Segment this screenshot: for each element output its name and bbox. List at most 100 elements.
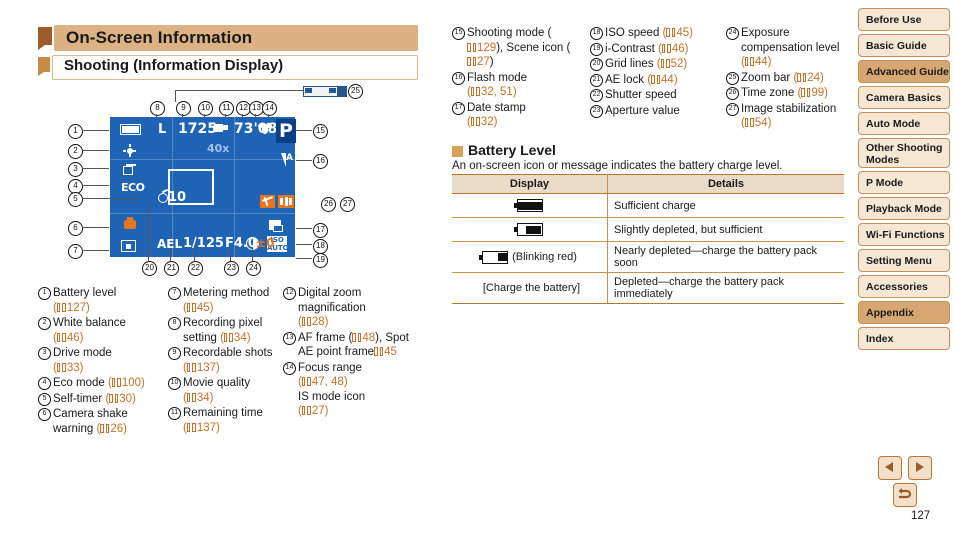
page-reference[interactable]: 27 xyxy=(467,56,490,68)
callout-14: 14 xyxy=(262,101,277,116)
sidebar-item-playback-mode[interactable]: Playback Mode xyxy=(858,197,950,220)
sidebar-item-before-use[interactable]: Before Use xyxy=(858,8,950,31)
legend-number: 15 xyxy=(452,27,465,40)
page-reference[interactable]: (45) xyxy=(663,27,693,39)
sidebar-item-appendix[interactable]: Appendix xyxy=(858,301,950,324)
camera-lcd-diagram: ECO 10 L 1725 73'08" 40x P A ISO AUTO AE… xyxy=(110,117,296,257)
page-reference[interactable]: (127) xyxy=(53,302,90,314)
battery-display-cell xyxy=(452,217,608,242)
book-icon xyxy=(301,377,311,386)
page-reference[interactable]: (33) xyxy=(53,362,83,374)
callout-27: 27 xyxy=(340,197,355,212)
battery-section-title: Battery Level xyxy=(468,142,556,158)
previous-page-button[interactable] xyxy=(878,456,902,480)
image-stabilization-badge xyxy=(278,195,294,208)
table-row: Slightly depleted, but sufficient xyxy=(452,217,844,242)
callout-20: 20 xyxy=(142,261,157,276)
book-icon xyxy=(661,43,671,53)
legend-item: 8 Recording pixel setting (34) xyxy=(168,316,278,345)
battery-details-cell: Slightly depleted, but sufficient xyxy=(607,217,844,242)
return-arrow-icon xyxy=(898,488,912,499)
page-reference[interactable]: (27) xyxy=(298,405,328,417)
camera-shake-warning-icon xyxy=(122,217,138,231)
legend-item: 22 Shutter speed xyxy=(590,88,720,103)
sidebar-item-accessories[interactable]: Accessories xyxy=(858,275,950,298)
legend-item: 17 Date stamp(32) xyxy=(452,101,582,130)
callout-15: 15 xyxy=(313,124,328,139)
eco-mode-label: ECO xyxy=(121,181,145,194)
page-reference[interactable]: 48 xyxy=(352,332,375,344)
page-reference[interactable]: (44) xyxy=(647,74,677,86)
leader-line xyxy=(82,185,109,186)
page-reference[interactable]: (99) xyxy=(797,87,827,99)
return-button[interactable] xyxy=(893,483,917,507)
page-reference[interactable]: (47, 48) xyxy=(298,376,348,388)
sidebar-item-advanced-guide[interactable]: Advanced Guide xyxy=(858,60,950,83)
sidebar-item-camera-basics[interactable]: Camera Basics xyxy=(858,86,950,109)
battery-level-icon xyxy=(120,124,141,135)
page-reference[interactable]: 45 xyxy=(374,346,397,358)
book-icon xyxy=(744,57,754,66)
legend-item: 23 Aperture value xyxy=(590,104,720,119)
page-reference[interactable]: (32, 51) xyxy=(467,86,517,98)
legend-number: 19 xyxy=(590,42,603,56)
page-reference[interactable]: (34) xyxy=(183,392,213,404)
leader-line xyxy=(82,198,140,199)
page-reference[interactable]: (100) xyxy=(108,377,145,389)
page-reference[interactable]: (26) xyxy=(96,423,126,435)
page-reference[interactable]: 129 xyxy=(467,42,496,54)
legend-number: 23 xyxy=(590,104,603,118)
page-reference[interactable]: (32) xyxy=(467,116,497,128)
book-icon xyxy=(470,87,480,96)
next-page-button[interactable] xyxy=(908,456,932,480)
page-reference[interactable]: (24) xyxy=(793,72,823,84)
page-reference[interactable]: (52) xyxy=(657,58,687,70)
sidebar-item-setting-menu[interactable]: Setting Menu xyxy=(858,249,950,272)
section-title-label: Shooting (Information Display) xyxy=(64,57,284,74)
battery-low-icon xyxy=(479,250,509,264)
book-icon xyxy=(111,378,121,387)
sidebar-item-index[interactable]: Index xyxy=(858,327,950,350)
flash-mode-icon: A xyxy=(276,153,294,167)
battery-display-text: (Blinking red) xyxy=(512,250,577,263)
callout-1: 1 xyxy=(68,124,83,139)
legend-item: 12 Digital zoom magnification(28) xyxy=(283,286,418,330)
legend-item: 21 AE lock (44) xyxy=(590,73,720,88)
sidebar-navigation[interactable]: Before Use Basic Guide Advanced Guide Camer… xyxy=(858,8,950,353)
page-reference[interactable]: (137) xyxy=(183,362,220,374)
sidebar-item-basic-guide[interactable]: Basic Guide xyxy=(858,34,950,57)
page-reference[interactable]: (30) xyxy=(105,393,135,405)
legend-number: 3 xyxy=(38,347,51,360)
legend-column-2: 7 Metering method(45) 8 Recording pixel set… xyxy=(168,286,278,436)
page-reference[interactable]: (137) xyxy=(183,422,220,434)
book-icon xyxy=(186,362,196,372)
page-reference[interactable]: (46) xyxy=(53,332,83,344)
sidebar-item-wi-fi-functions[interactable]: Wi-Fi Functions xyxy=(858,223,950,246)
page-reference[interactable]: (46) xyxy=(658,43,688,55)
page-reference[interactable]: (28) xyxy=(298,316,328,328)
book-icon xyxy=(56,332,66,342)
sidebar-item-auto-mode[interactable]: Auto Mode xyxy=(858,112,950,135)
leader-line xyxy=(296,130,312,131)
legend-number: 7 xyxy=(168,287,181,300)
legend-item: 9 Recordable shots(137) xyxy=(168,346,278,375)
battery-display-cell: [Charge the battery] xyxy=(452,272,608,304)
callout-19: 19 xyxy=(313,253,328,268)
page-reference[interactable]: (54) xyxy=(741,117,771,129)
page-number: 127 xyxy=(911,510,931,522)
callout-2: 2 xyxy=(68,144,83,159)
book-icon xyxy=(467,42,476,52)
callout-8: 8 xyxy=(150,101,165,116)
sidebar-item-other-shooting-modes[interactable]: Other Shooting Modes xyxy=(858,138,950,168)
legend-number: 21 xyxy=(590,73,603,87)
shutter-speed-label: 1/125 xyxy=(183,236,224,251)
book-icon xyxy=(797,72,807,82)
leader-line xyxy=(175,90,176,102)
page-reference[interactable]: (34) xyxy=(220,332,250,344)
page-reference[interactable]: (45) xyxy=(183,302,213,314)
legend-number: 5 xyxy=(38,392,51,406)
leader-line xyxy=(252,248,253,261)
sidebar-item-p-mode[interactable]: P Mode xyxy=(858,171,950,194)
callout-9: 9 xyxy=(176,101,191,116)
page-reference[interactable]: (44) xyxy=(741,56,771,68)
